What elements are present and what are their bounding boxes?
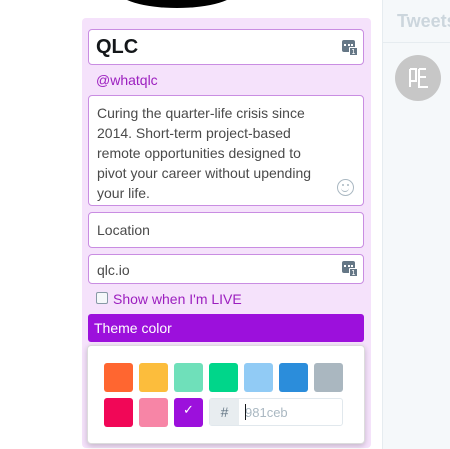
color-swatch[interactable] bbox=[314, 363, 343, 392]
website-field[interactable]: qlc.io 1 bbox=[88, 254, 364, 284]
profile-handle: @whatqlc bbox=[96, 72, 158, 88]
color-swatch-selected[interactable]: ✓ bbox=[174, 398, 203, 427]
live-label: Show when I'm LIVE bbox=[113, 291, 242, 307]
tweets-heading: Tweets bbox=[397, 11, 450, 31]
name-field[interactable]: QLC 1 bbox=[88, 29, 364, 65]
color-swatch[interactable] bbox=[139, 398, 168, 427]
location-placeholder: Location bbox=[97, 222, 150, 238]
checkmark-icon: ✓ bbox=[183, 403, 194, 418]
text-caret bbox=[245, 404, 246, 420]
divider bbox=[383, 42, 450, 43]
live-checkbox[interactable] bbox=[96, 292, 108, 304]
color-swatch[interactable] bbox=[139, 363, 168, 392]
theme-color-popover: ✓ # 981ceb bbox=[87, 345, 365, 444]
bio-field[interactable]: Curing the quarter-life crisis since 201… bbox=[88, 95, 364, 206]
website-value: qlc.io bbox=[97, 262, 130, 278]
character-counter-icon: 1 bbox=[342, 40, 358, 56]
hex-prefix: # bbox=[210, 399, 239, 425]
color-swatch[interactable] bbox=[209, 363, 238, 392]
color-swatch[interactable] bbox=[104, 398, 133, 427]
theme-color-label: Theme color bbox=[94, 320, 172, 336]
bio-value: Curing the quarter-life crisis since 201… bbox=[97, 105, 312, 201]
hex-placeholder: 981ceb bbox=[245, 405, 288, 420]
location-field[interactable]: Location bbox=[88, 212, 364, 248]
color-swatch[interactable] bbox=[279, 363, 308, 392]
hex-color-input[interactable]: # 981ceb bbox=[209, 398, 343, 426]
profile-edit-screen: { "profile": { "name": "QLC", "handle": … bbox=[0, 0, 450, 449]
color-swatch[interactable] bbox=[244, 363, 273, 392]
color-swatch[interactable] bbox=[104, 363, 133, 392]
tweets-sidebar: Tweets bbox=[382, 0, 450, 449]
name-value: QLC bbox=[96, 36, 139, 58]
profile-avatar[interactable] bbox=[117, 0, 237, 8]
theme-color-button[interactable]: Theme color bbox=[88, 314, 364, 342]
color-swatch[interactable] bbox=[174, 363, 203, 392]
emoji-icon[interactable] bbox=[337, 179, 354, 196]
character-counter-icon: 1 bbox=[342, 261, 358, 277]
qlc-logo-avatar[interactable] bbox=[395, 55, 441, 101]
